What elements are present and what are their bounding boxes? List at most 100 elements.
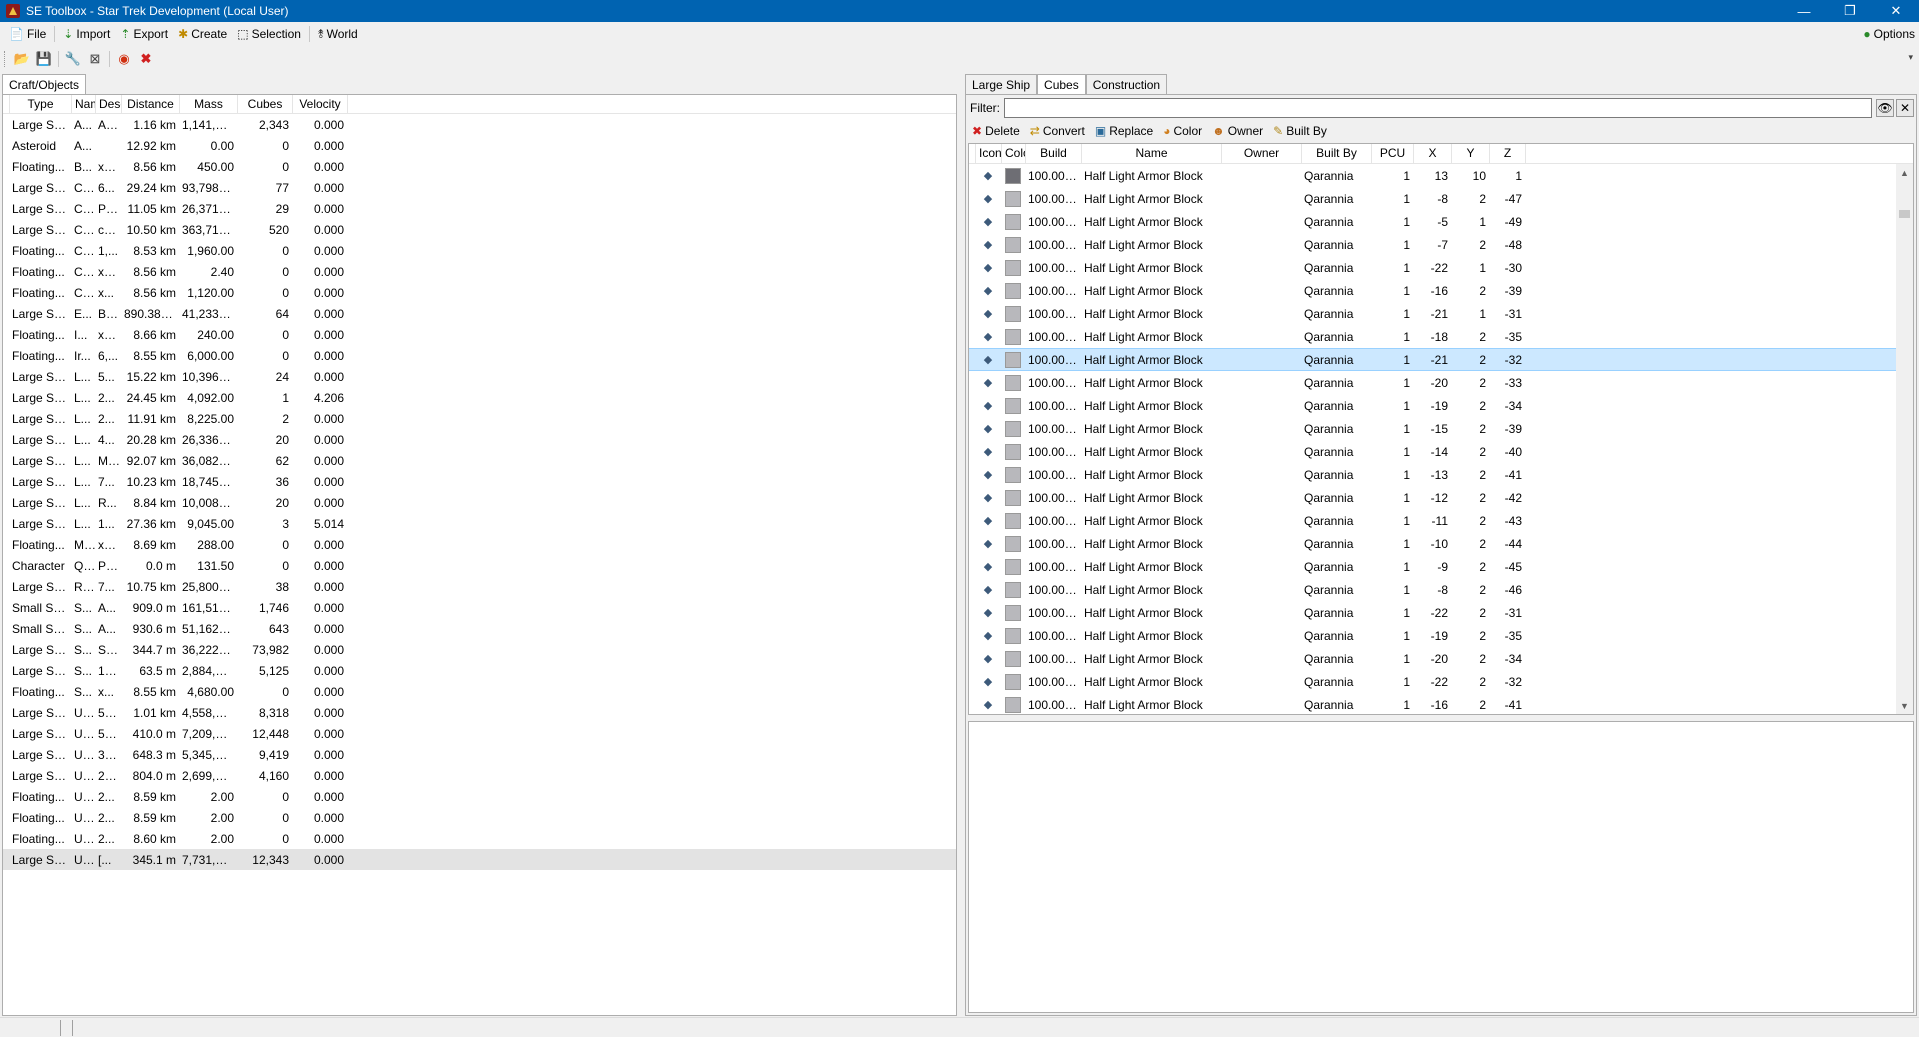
table-row[interactable]: Large ShipU... 53... 1.01 km 4,558,028.C 8,3…: [3, 702, 956, 723]
column-header-z[interactable]: Z: [1490, 144, 1526, 163]
table-row[interactable]: ◆ 100.00 % Half Light Armor Block Qarannia 1…: [969, 394, 1913, 417]
replace-button[interactable]: ▣ Replace: [1091, 124, 1157, 138]
table-row[interactable]: ◆ 100.00 % Half Light Armor Block Qarannia 1…: [969, 670, 1913, 693]
open-folder-icon[interactable]: 📂: [11, 48, 33, 70]
delete-x-icon[interactable]: ✖: [135, 48, 157, 70]
column-header-mass[interactable]: Mass: [180, 95, 238, 113]
table-row[interactable]: ◆ 100.00 % Half Light Armor Block Qarannia 1…: [969, 440, 1913, 463]
table-row[interactable]: Large Ship C... 6... 29.24 km 93,798.00 77 0.0…: [3, 177, 956, 198]
tab-large-ship[interactable]: Large Ship: [965, 74, 1038, 94]
table-row[interactable]: Floating... U... 2... 8.60 km 2.00 0 0.000: [3, 828, 956, 849]
column-header-distance[interactable]: Distance: [122, 95, 180, 113]
table-row[interactable]: Large Ship L... 5... 15.22 km 10,396.00 24 0.0…: [3, 366, 956, 387]
record-icon[interactable]: ◉: [113, 48, 135, 70]
table-row[interactable]: Large Sta... S... Sp... 344.7 m 36,222,932 73…: [3, 639, 956, 660]
table-row[interactable]: Large Ship L... 7... 10.23 km 18,745.20 36 0.0…: [3, 471, 956, 492]
menu-export[interactable]: ⇡ Export: [115, 23, 173, 45]
table-row[interactable]: Large ShipU... 27... 804.0 m 2,699,355.C 4,1…: [3, 765, 956, 786]
table-row[interactable]: ◆ 100.00 % Half Light Armor Block Qarannia 1…: [969, 555, 1913, 578]
menu-import[interactable]: ⇣ Import: [58, 23, 115, 45]
table-row[interactable]: ◆ 100.00 % Half Light Armor Block Qarannia 1…: [969, 624, 1913, 647]
filter-input[interactable]: [1004, 98, 1873, 118]
table-row[interactable]: ◆ 100.00 % Half Light Armor Block Qarannia 1…: [969, 210, 1913, 233]
table-row[interactable]: ◆ 100.00 % Half Light Armor Block Qarannia 1…: [969, 256, 1913, 279]
table-row[interactable]: Floating... U... 2... 8.59 km 2.00 0 0.000: [3, 807, 956, 828]
table-row[interactable]: ◆ 100.00 % Half Light Armor Block Qarannia 1…: [969, 325, 1913, 348]
scroll-down-icon[interactable]: ▼: [1896, 697, 1913, 714]
column-header-color[interactable]: Color: [1002, 144, 1026, 163]
menu-create[interactable]: ✱ Create: [173, 23, 232, 45]
column-header-name[interactable]: Name: [1082, 144, 1222, 163]
column-header-pcu[interactable]: PCU: [1372, 144, 1414, 163]
table-row[interactable]: ◆ 100.00 % Half Light Armor Block Qarannia 1…: [969, 348, 1913, 371]
table-row[interactable]: ◆ 100.00 % Half Light Armor Block Qarannia 1…: [969, 164, 1913, 187]
table-row[interactable]: Floating... C... x 12 8.56 km 2.40 0 0.000: [3, 261, 956, 282]
column-header-y[interactable]: Y: [1452, 144, 1490, 163]
color-button[interactable]: ◕ Color: [1159, 124, 1206, 138]
maximize-button[interactable]: ❐: [1827, 0, 1873, 22]
table-row[interactable]: ◆ 100.00 % Half Light Armor Block Qarannia 1…: [969, 279, 1913, 302]
table-row[interactable]: Floating... C... x... 8.56 km 1,120.00 0 0.000: [3, 282, 956, 303]
tab-craft-objects[interactable]: Craft/Objects: [2, 74, 87, 94]
table-row[interactable]: ◆ 100.00 % Half Light Armor Block Qarannia 1…: [969, 532, 1913, 555]
table-row[interactable]: ◆ 100.00 % Half Light Armor Block Qarannia 1…: [969, 463, 1913, 486]
table-row[interactable]: ◆ 100.00 % Half Light Armor Block Qarannia 1…: [969, 486, 1913, 509]
table-row[interactable]: Floating... C... 1,... 8.53 km 1,960.00 0 0.00…: [3, 240, 956, 261]
wrench-icon[interactable]: 🔧: [62, 48, 84, 70]
collapse-icon[interactable]: ⊠: [84, 48, 106, 70]
column-header-owner[interactable]: Owner: [1222, 144, 1302, 163]
table-row[interactable]: Asteroid A... 12.92 km 0.00 0 0.000: [3, 135, 956, 156]
built-by-button[interactable]: ✎ Built By: [1269, 124, 1331, 138]
menu-file[interactable]: 📄 File: [4, 23, 51, 45]
table-row[interactable]: Large Sta...A... Ae... 1.16 km 1,141,828.6 2…: [3, 114, 956, 135]
table-row[interactable]: Large ShipU... [... 345.1 m 7,731,449.C 12,3…: [3, 849, 956, 870]
close-button[interactable]: ✕: [1873, 0, 1919, 22]
table-row[interactable]: Large Ship L... 2... 11.91 km 8,225.00 2 0.000: [3, 408, 956, 429]
table-row[interactable]: Floating... I... x 80 8.66 km 240.00 0 0.000: [3, 324, 956, 345]
save-icon[interactable]: 💾: [33, 48, 55, 70]
table-row[interactable]: Floating... Ir... 6,... 8.55 km 6,000.00 0 0.0…: [3, 345, 956, 366]
filter-apply-icon[interactable]: 👁: [1876, 99, 1895, 117]
scroll-thumb[interactable]: [1899, 210, 1910, 218]
filter-clear-icon[interactable]: ✕: [1896, 99, 1914, 117]
vertical-scrollbar[interactable]: ▲ ▼: [1896, 164, 1913, 714]
table-row[interactable]: Floating... U... 2... 8.59 km 2.00 0 0.000: [3, 786, 956, 807]
column-header-built-by[interactable]: Built By: [1302, 144, 1372, 163]
menu-selection[interactable]: ⬚ Selection: [232, 23, 306, 45]
table-row[interactable]: Large ShipU... 55... 410.0 m 7,209,576.5 12,…: [3, 723, 956, 744]
minimize-button[interactable]: —: [1781, 0, 1827, 22]
table-row[interactable]: ◆ 100.00 % Half Light Armor Block Qarannia 1…: [969, 601, 1913, 624]
table-row[interactable]: ◆ 100.00 % Half Light Armor Block Qarannia 1…: [969, 693, 1913, 714]
table-row[interactable]: ◆ 100.00 % Half Light Armor Block Qarannia 1…: [969, 302, 1913, 325]
convert-button[interactable]: ⇄ Convert: [1026, 124, 1089, 138]
toolbar-grip[interactable]: [4, 51, 7, 67]
table-row[interactable]: Large Ship C... Pri... 11.05 km 26,371.40 29 0…: [3, 198, 956, 219]
column-header-descr[interactable]: Descr: [96, 95, 122, 113]
table-row[interactable]: Large Ship L... 4... 20.28 km 26,336.00 20 0.0…: [3, 429, 956, 450]
table-row[interactable]: Floating... B... x 30 8.56 km 450.00 0 0.000: [3, 156, 956, 177]
table-row[interactable]: Large Ship L... 2... 24.45 km 4,092.00 1 4.206: [3, 387, 956, 408]
options-menu[interactable]: ● Options: [1863, 22, 1915, 46]
owner-button[interactable]: ☻ Owner: [1208, 124, 1267, 138]
column-header-velocity[interactable]: Velocity: [293, 95, 348, 113]
table-row[interactable]: Character Q... Pl... 0.0 m 131.50 0 0.000: [3, 555, 956, 576]
scroll-up-icon[interactable]: ▲: [1896, 164, 1913, 181]
table-row[interactable]: Large Ship L... 1... 27.36 km 9,045.00 3 5.014: [3, 513, 956, 534]
column-header-cubes[interactable]: Cubes: [238, 95, 293, 113]
column-header-build[interactable]: Build: [1026, 144, 1082, 163]
column-header-type[interactable]: Type: [10, 95, 72, 113]
column-header-name[interactable]: Name: [72, 95, 96, 113]
table-row[interactable]: ◆ 100.00 % Half Light Armor Block Qarannia 1…: [969, 647, 1913, 670]
table-row[interactable]: Large Ship E... Be... 890.38 km 41,233.20 64 0…: [3, 303, 956, 324]
toolbar-overflow-icon[interactable]: ▾: [1908, 52, 1913, 63]
table-row[interactable]: Large Sta...S... 10... 63.5 m 2,884,695.C 5,…: [3, 660, 956, 681]
tab-cubes[interactable]: Cubes: [1037, 74, 1086, 94]
table-row[interactable]: ◆ 100.00 % Half Light Armor Block Qarannia 1…: [969, 233, 1913, 256]
table-row[interactable]: Floating... S... x... 8.55 km 4,680.00 0 0.000: [3, 681, 956, 702]
tab-construction[interactable]: Construction: [1085, 74, 1168, 94]
table-row[interactable]: Large Ship L... R... 8.84 km 10,008.00 20 0.00…: [3, 492, 956, 513]
table-row[interactable]: ◆ 100.00 % Half Light Armor Block Qarannia 1…: [969, 509, 1913, 532]
table-row[interactable]: ◆ 100.00 % Half Light Armor Block Qarannia 1…: [969, 187, 1913, 210]
table-row[interactable]: Small Ship S... A... 909.0 m 161,515.75 1,746…: [3, 597, 956, 618]
table-row[interactable]: ◆ 100.00 % Half Light Armor Block Qarannia 1…: [969, 578, 1913, 601]
